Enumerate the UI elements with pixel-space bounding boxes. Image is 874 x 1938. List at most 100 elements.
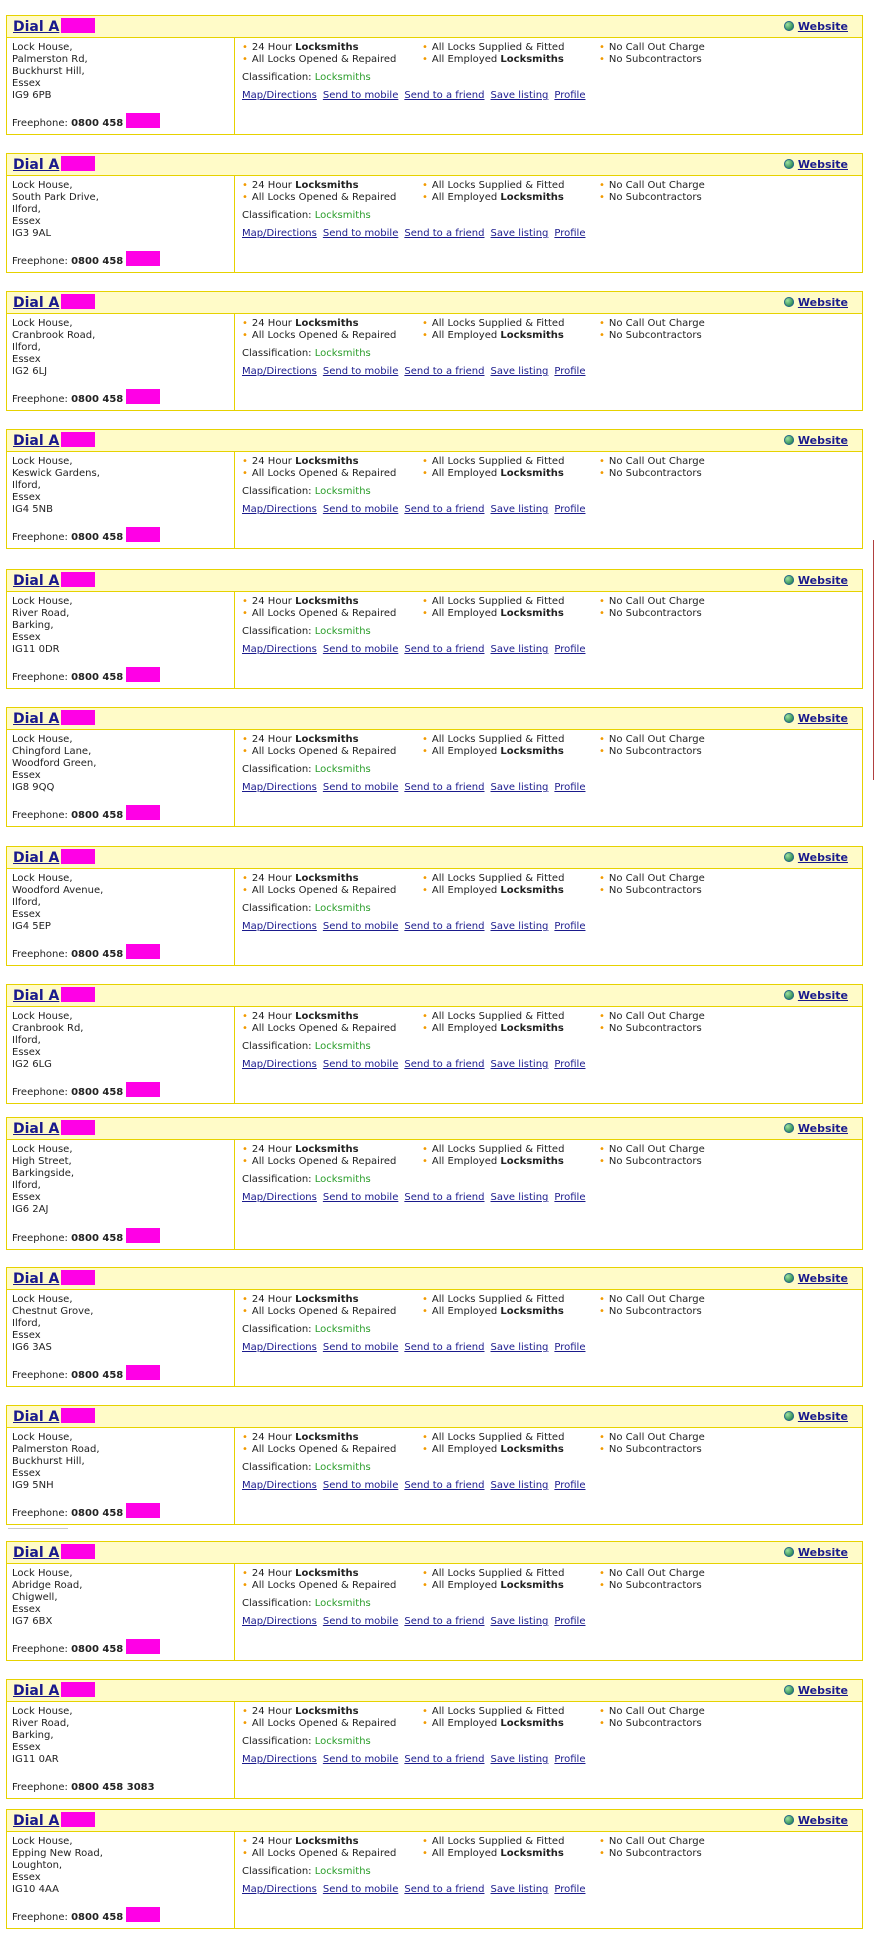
profile-link[interactable]: Profile <box>554 1059 585 1070</box>
website-link[interactable]: Website <box>798 1410 848 1423</box>
listing-name-link[interactable]: Dial A <box>13 432 96 449</box>
profile-link[interactable]: Profile <box>554 1480 585 1491</box>
send-to-friend-link[interactable]: Send to a friend <box>404 504 484 515</box>
profile-link[interactable]: Profile <box>554 90 585 101</box>
send-to-mobile-link[interactable]: Send to mobile <box>323 1059 399 1070</box>
website-link[interactable]: Website <box>798 989 848 1002</box>
send-to-friend-link[interactable]: Send to a friend <box>404 1616 484 1627</box>
map-directions-link[interactable]: Map/Directions <box>242 1616 317 1627</box>
send-to-mobile-link[interactable]: Send to mobile <box>323 1754 399 1765</box>
map-directions-link[interactable]: Map/Directions <box>242 1059 317 1070</box>
listing-name-link[interactable]: Dial A <box>13 849 96 866</box>
listing-name-link[interactable]: Dial A <box>13 710 96 727</box>
save-listing-link[interactable]: Save listing <box>491 228 549 239</box>
profile-link[interactable]: Profile <box>554 1884 585 1895</box>
save-listing-link[interactable]: Save listing <box>491 782 549 793</box>
website-link[interactable]: Website <box>798 1814 848 1827</box>
website-link[interactable]: Website <box>798 434 848 447</box>
map-directions-link[interactable]: Map/Directions <box>242 366 317 377</box>
save-listing-link[interactable]: Save listing <box>491 1059 549 1070</box>
website-link[interactable]: Website <box>798 574 848 587</box>
map-directions-link[interactable]: Map/Directions <box>242 90 317 101</box>
send-to-friend-link[interactable]: Send to a friend <box>404 366 484 377</box>
website-link[interactable]: Website <box>798 851 848 864</box>
send-to-friend-link[interactable]: Send to a friend <box>404 782 484 793</box>
send-to-mobile-link[interactable]: Send to mobile <box>323 228 399 239</box>
map-directions-link[interactable]: Map/Directions <box>242 228 317 239</box>
send-to-mobile-link[interactable]: Send to mobile <box>323 1884 399 1895</box>
save-listing-link[interactable]: Save listing <box>491 366 549 377</box>
name-redaction <box>61 1408 96 1423</box>
listing-name-link[interactable]: Dial A <box>13 1812 96 1829</box>
website-link[interactable]: Website <box>798 1684 848 1697</box>
send-to-mobile-link[interactable]: Send to mobile <box>323 921 399 932</box>
listing-name-link[interactable]: Dial A <box>13 294 96 311</box>
send-to-friend-link[interactable]: Send to a friend <box>404 644 484 655</box>
send-to-friend-link[interactable]: Send to a friend <box>404 921 484 932</box>
send-to-mobile-link[interactable]: Send to mobile <box>323 1342 399 1353</box>
save-listing-link[interactable]: Save listing <box>491 1480 549 1491</box>
send-to-friend-link[interactable]: Send to a friend <box>404 1884 484 1895</box>
map-directions-link[interactable]: Map/Directions <box>242 1192 317 1203</box>
send-to-friend-link[interactable]: Send to a friend <box>404 1342 484 1353</box>
listing-name-link[interactable]: Dial A <box>13 1682 96 1699</box>
feature-no-callout-text: No Call Out Charge <box>608 1011 705 1022</box>
map-directions-link[interactable]: Map/Directions <box>242 1342 317 1353</box>
map-directions-link[interactable]: Map/Directions <box>242 504 317 515</box>
profile-link[interactable]: Profile <box>554 366 585 377</box>
send-to-mobile-link[interactable]: Send to mobile <box>323 1192 399 1203</box>
save-listing-link[interactable]: Save listing <box>491 644 549 655</box>
listing-name-link[interactable]: Dial A <box>13 18 96 35</box>
profile-link[interactable]: Profile <box>554 228 585 239</box>
website-link[interactable]: Website <box>798 712 848 725</box>
send-to-mobile-link[interactable]: Send to mobile <box>323 782 399 793</box>
profile-link[interactable]: Profile <box>554 1754 585 1765</box>
website-link[interactable]: Website <box>798 20 848 33</box>
map-directions-link[interactable]: Map/Directions <box>242 644 317 655</box>
map-directions-link[interactable]: Map/Directions <box>242 782 317 793</box>
profile-link[interactable]: Profile <box>554 782 585 793</box>
profile-link[interactable]: Profile <box>554 1342 585 1353</box>
website-link[interactable]: Website <box>798 158 848 171</box>
listing-name-link[interactable]: Dial A <box>13 987 96 1004</box>
listing-name-link[interactable]: Dial A <box>13 1408 96 1425</box>
listing-name-link[interactable]: Dial A <box>13 156 96 173</box>
save-listing-link[interactable]: Save listing <box>491 1342 549 1353</box>
save-listing-link[interactable]: Save listing <box>491 1616 549 1627</box>
website-link[interactable]: Website <box>798 1122 848 1135</box>
save-listing-link[interactable]: Save listing <box>491 90 549 101</box>
website-link[interactable]: Website <box>798 1546 848 1559</box>
map-directions-link[interactable]: Map/Directions <box>242 1754 317 1765</box>
send-to-friend-link[interactable]: Send to a friend <box>404 1480 484 1491</box>
profile-link[interactable]: Profile <box>554 1192 585 1203</box>
send-to-friend-link[interactable]: Send to a friend <box>404 1192 484 1203</box>
listing-name-link[interactable]: Dial A <box>13 1270 96 1287</box>
send-to-mobile-link[interactable]: Send to mobile <box>323 1480 399 1491</box>
profile-link[interactable]: Profile <box>554 644 585 655</box>
send-to-friend-link[interactable]: Send to a friend <box>404 1754 484 1765</box>
listing-name-link[interactable]: Dial A <box>13 572 96 589</box>
website-link[interactable]: Website <box>798 296 848 309</box>
profile-link[interactable]: Profile <box>554 921 585 932</box>
listing-name-link[interactable]: Dial A <box>13 1544 96 1561</box>
send-to-friend-link[interactable]: Send to a friend <box>404 1059 484 1070</box>
profile-link[interactable]: Profile <box>554 504 585 515</box>
map-directions-link[interactable]: Map/Directions <box>242 921 317 932</box>
save-listing-link[interactable]: Save listing <box>491 1754 549 1765</box>
website-link[interactable]: Website <box>798 1272 848 1285</box>
save-listing-link[interactable]: Save listing <box>491 1884 549 1895</box>
send-to-mobile-link[interactable]: Send to mobile <box>323 366 399 377</box>
listing-name-link[interactable]: Dial A <box>13 1120 96 1137</box>
profile-link[interactable]: Profile <box>554 1616 585 1627</box>
send-to-mobile-link[interactable]: Send to mobile <box>323 644 399 655</box>
send-to-mobile-link[interactable]: Send to mobile <box>323 90 399 101</box>
send-to-mobile-link[interactable]: Send to mobile <box>323 504 399 515</box>
send-to-friend-link[interactable]: Send to a friend <box>404 228 484 239</box>
map-directions-link[interactable]: Map/Directions <box>242 1884 317 1895</box>
send-to-mobile-link[interactable]: Send to mobile <box>323 1616 399 1627</box>
send-to-friend-link[interactable]: Send to a friend <box>404 90 484 101</box>
save-listing-link[interactable]: Save listing <box>491 504 549 515</box>
map-directions-link[interactable]: Map/Directions <box>242 1480 317 1491</box>
save-listing-link[interactable]: Save listing <box>491 1192 549 1203</box>
save-listing-link[interactable]: Save listing <box>491 921 549 932</box>
